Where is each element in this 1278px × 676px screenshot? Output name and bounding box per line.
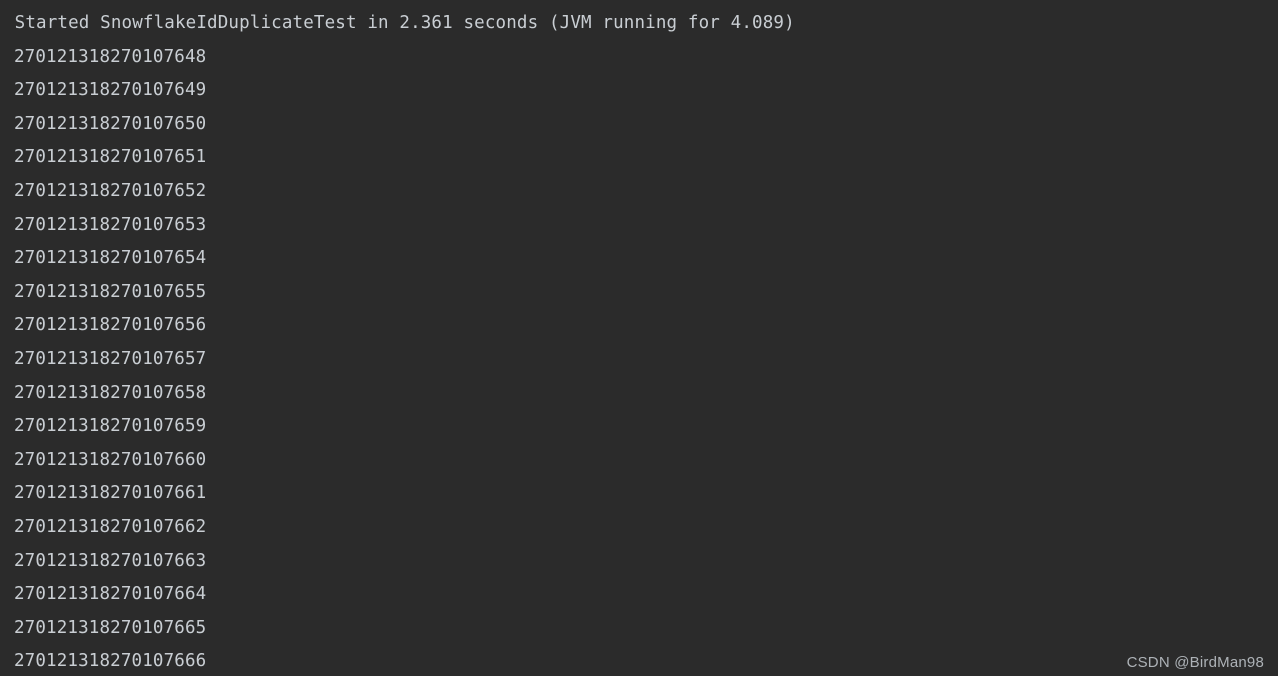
console-line-list: Started SnowflakeIdDuplicateTest in 2.36…	[0, 0, 1278, 676]
console-id-line: 270121318270107663	[14, 550, 207, 571]
csdn-watermark: CSDN @BirdMan98	[1126, 654, 1264, 671]
console-id-line: 270121318270107666	[14, 651, 207, 672]
console-startup-line: Started SnowflakeIdDuplicateTest in 2.36…	[4, 13, 795, 33]
console-id-line: 270121318270107664	[14, 584, 207, 605]
console-output-panel[interactable]: Started SnowflakeIdDuplicateTest in 2.36…	[0, 0, 1278, 676]
console-id-line: 270121318270107660	[14, 449, 207, 470]
console-id-line: 270121318270107651	[14, 147, 207, 168]
console-id-line: 270121318270107650	[14, 113, 207, 134]
console-id-line: 270121318270107658	[14, 382, 207, 403]
console-id-line: 270121318270107649	[14, 80, 207, 101]
console-id-line: 270121318270107656	[14, 315, 207, 336]
console-id-line: 270121318270107653	[14, 214, 207, 235]
console-id-line: 270121318270107657	[14, 348, 207, 369]
console-id-line: 270121318270107648	[14, 46, 207, 67]
console-id-line: 270121318270107661	[14, 483, 207, 504]
console-id-line: 270121318270107662	[14, 516, 207, 537]
console-id-line: 270121318270107665	[14, 617, 207, 638]
console-id-line: 270121318270107652	[14, 180, 207, 201]
console-id-line: 270121318270107659	[14, 416, 207, 437]
console-id-line: 270121318270107655	[14, 281, 207, 302]
console-id-line: 270121318270107654	[14, 248, 207, 269]
